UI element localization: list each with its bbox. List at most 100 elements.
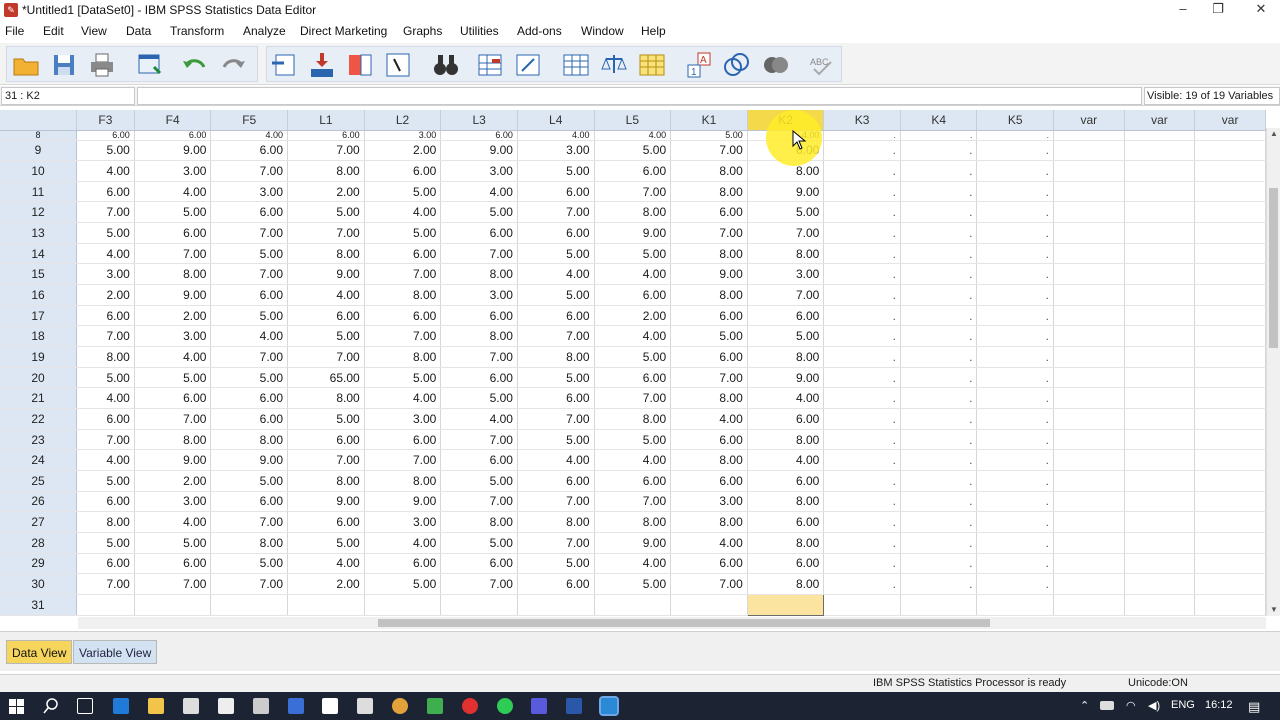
data-cell[interactable]: . <box>823 305 901 327</box>
data-cell[interactable]: . <box>976 429 1054 451</box>
data-cell[interactable] <box>823 594 901 616</box>
column-header-var-2[interactable]: var <box>1124 110 1196 131</box>
data-cell[interactable]: 4.00 <box>364 387 442 410</box>
data-cell[interactable]: . <box>900 429 978 451</box>
data-cell[interactable]: 6.00 <box>670 470 748 492</box>
data-cell[interactable]: . <box>976 305 1054 327</box>
data-cell[interactable]: 6.00 <box>76 181 135 203</box>
data-cell[interactable]: 8.00 <box>210 429 289 451</box>
data-cell[interactable] <box>1124 140 1196 162</box>
data-cell[interactable] <box>1194 553 1266 575</box>
data-cell[interactable]: . <box>976 491 1054 513</box>
data-cell[interactable]: 6.00 <box>670 201 748 224</box>
row-number-29[interactable]: 29 <box>0 553 78 575</box>
data-cell[interactable]: . <box>900 532 978 554</box>
data-cell[interactable]: 6.00 <box>364 243 442 265</box>
data-cell[interactable]: 65.00 <box>287 367 365 389</box>
data-cell[interactable]: 3.00 <box>440 284 518 306</box>
data-cell[interactable]: 2.00 <box>364 140 442 162</box>
row-number-28[interactable]: 28 <box>0 532 78 554</box>
data-cell[interactable]: 7.00 <box>670 140 748 162</box>
data-cell[interactable]: . <box>976 160 1054 182</box>
data-cell[interactable] <box>1194 491 1266 513</box>
data-cell[interactable] <box>1194 284 1266 306</box>
data-cell[interactable]: 8.00 <box>134 429 212 451</box>
data-cell[interactable]: 6.00 <box>210 408 289 430</box>
data-cell[interactable]: 5.00 <box>287 325 365 348</box>
data-cell[interactable] <box>1053 284 1125 306</box>
data-cell[interactable] <box>1053 491 1125 513</box>
tray-chevron-icon[interactable]: ⌃ <box>1080 699 1089 712</box>
data-cell[interactable] <box>670 594 748 616</box>
data-cell[interactable]: 7.00 <box>364 449 442 471</box>
data-cell[interactable]: 4.00 <box>76 243 135 265</box>
row-number-16[interactable]: 16 <box>0 284 78 306</box>
menu-add-ons[interactable]: Add-ons <box>517 24 562 38</box>
open-folder-icon[interactable] <box>12 51 40 79</box>
data-cell[interactable]: 5.00 <box>517 243 595 265</box>
data-cell[interactable] <box>1124 387 1196 410</box>
data-cell[interactable]: 7.00 <box>440 491 518 513</box>
data-cell[interactable] <box>1194 408 1266 430</box>
data-cell[interactable]: 7.00 <box>76 201 135 224</box>
data-cell[interactable]: 3.00 <box>747 263 825 286</box>
data-cell[interactable]: 4.00 <box>210 130 289 141</box>
data-cell[interactable]: 5.00 <box>287 408 365 430</box>
data-cell[interactable]: . <box>823 346 901 368</box>
data-cell[interactable]: . <box>900 140 978 162</box>
column-header-k5[interactable]: K5 <box>976 110 1054 131</box>
row-number-empty[interactable]: 31 <box>0 594 78 616</box>
row-number-9[interactable]: 9 <box>0 140 78 162</box>
data-cell[interactable] <box>1053 429 1125 451</box>
file-explorer-icon[interactable] <box>148 698 164 714</box>
data-cell[interactable]: 7.00 <box>287 140 365 162</box>
data-cell[interactable]: . <box>823 408 901 430</box>
data-cell[interactable]: . <box>976 449 1054 471</box>
data-cell[interactable]: . <box>823 201 901 224</box>
data-cell[interactable] <box>287 594 365 616</box>
data-cell[interactable]: 4.00 <box>594 449 672 471</box>
data-cell[interactable] <box>1124 201 1196 224</box>
data-cell[interactable]: 5.00 <box>76 222 135 244</box>
search-icon[interactable] <box>43 698 59 714</box>
data-cell[interactable]: 5.00 <box>517 160 595 182</box>
data-cell[interactable]: . <box>976 532 1054 554</box>
data-cell[interactable]: 4.00 <box>517 130 595 141</box>
data-cell[interactable]: 6.00 <box>210 201 289 224</box>
data-cell[interactable] <box>1053 346 1125 368</box>
data-cell[interactable]: 9.00 <box>134 449 212 471</box>
data-cell[interactable]: 6.00 <box>670 305 748 327</box>
data-cell[interactable]: 8.00 <box>670 243 748 265</box>
data-cell[interactable]: 5.00 <box>594 346 672 368</box>
data-cell[interactable] <box>1124 511 1196 533</box>
data-cell[interactable]: 6.00 <box>594 284 672 306</box>
data-cell[interactable]: 4.00 <box>287 284 365 306</box>
data-cell[interactable]: 3.00 <box>134 491 212 513</box>
row-number-13[interactable]: 13 <box>0 222 78 244</box>
row-number-24[interactable]: 24 <box>0 449 78 471</box>
data-cell[interactable]: 4.00 <box>210 325 289 348</box>
data-cell[interactable]: 6.00 <box>287 511 365 533</box>
tab-variable-view[interactable]: Variable View <box>73 640 158 664</box>
data-cell[interactable]: 5.00 <box>517 553 595 575</box>
data-cell[interactable] <box>1053 263 1125 286</box>
column-header-f5[interactable]: F5 <box>210 110 289 131</box>
data-cell[interactable]: . <box>976 130 1054 141</box>
data-cell[interactable]: 7.00 <box>517 201 595 224</box>
data-cell[interactable] <box>1124 181 1196 203</box>
data-cell[interactable] <box>1194 140 1266 162</box>
data-cell[interactable]: 6.00 <box>76 305 135 327</box>
data-cell[interactable] <box>1124 449 1196 471</box>
data-cell[interactable]: 3.00 <box>364 511 442 533</box>
data-cell[interactable] <box>1194 325 1266 348</box>
data-cell[interactable]: 8.00 <box>287 470 365 492</box>
data-cell[interactable] <box>1053 573 1125 595</box>
data-cell[interactable] <box>364 594 442 616</box>
data-cell[interactable]: 7.00 <box>440 243 518 265</box>
row-number-12[interactable]: 12 <box>0 201 78 224</box>
data-cell[interactable]: 6.00 <box>517 470 595 492</box>
data-cell[interactable]: 6.00 <box>134 387 212 410</box>
data-cell[interactable]: 5.00 <box>440 387 518 410</box>
horizontal-scrollbar[interactable] <box>78 617 1266 629</box>
data-cell[interactable]: 6.00 <box>747 305 825 327</box>
